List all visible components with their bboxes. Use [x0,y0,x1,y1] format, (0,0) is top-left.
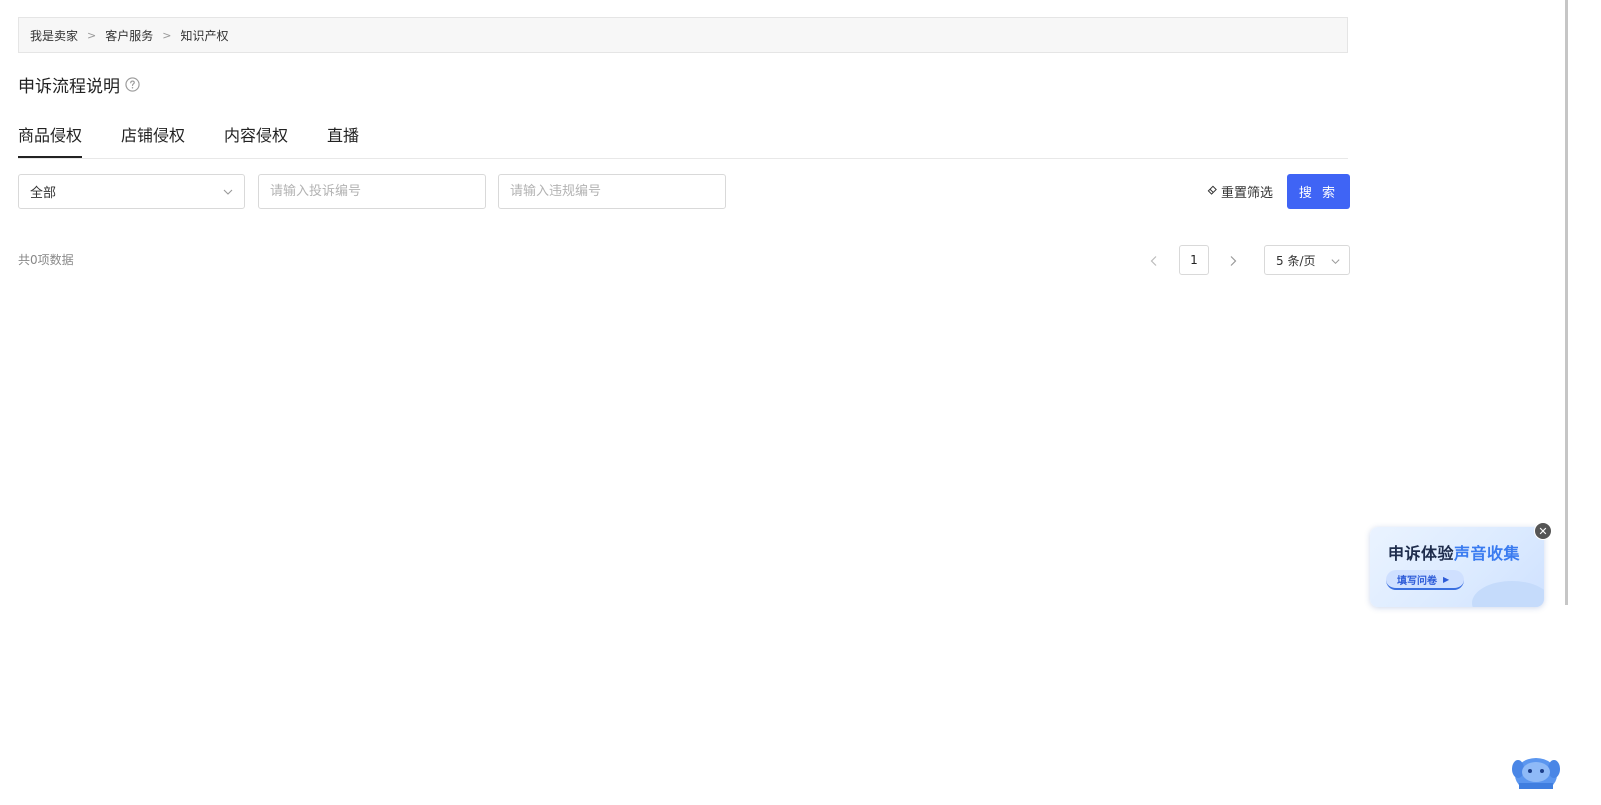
tab-product-infringement[interactable]: 商品侵权 [18,118,83,158]
eraser-icon [1207,184,1221,199]
feedback-survey-banner[interactable]: 申诉体验声音收集 填写问卷 ▶ [1370,527,1544,607]
page-number[interactable]: 1 [1179,245,1209,275]
tab-bar: 商品侵权 店铺侵权 内容侵权 直播 [18,118,1348,159]
chevron-left-icon[interactable] [1147,253,1161,272]
promo-title-highlight: 声音收集 [1454,544,1521,563]
scrollbar[interactable] [1565,0,1568,605]
help-circle-icon[interactable] [125,76,140,92]
breadcrumb-separator: > [87,28,97,42]
promo-title: 申诉体验声音收集 [1388,540,1520,564]
breadcrumb-item-customer-service[interactable]: 客户服务 [105,27,153,44]
filter-bar: 全部 重置筛选 搜 索 [18,174,1350,210]
page-size-label: 5 条/页 [1276,253,1316,268]
tab-live-stream[interactable]: 直播 [327,118,359,158]
type-select-value: 全部 [30,186,57,201]
breadcrumb-item-seller[interactable]: 我是卖家 [30,27,78,44]
close-icon[interactable]: ✕ [1534,522,1552,540]
search-button[interactable]: 搜 索 [1287,174,1350,209]
breadcrumb: 我是卖家 > 客户服务 > 知识产权 [18,17,1348,53]
play-icon: ▶ [1443,574,1450,584]
page-title: 申诉流程说明 [18,76,120,97]
mascot-icon[interactable] [1512,751,1560,792]
chevron-down-icon [1330,256,1341,270]
breadcrumb-separator: > [162,28,172,42]
total-count: 共0项数据 [18,253,74,267]
chevron-right-icon[interactable] [1226,253,1240,272]
promo-title-normal: 申诉体验 [1388,544,1455,563]
type-select[interactable]: 全部 [18,174,245,209]
fill-survey-button[interactable]: 填写问卷 ▶ [1386,570,1464,590]
title-row: 申诉流程说明 [18,70,140,98]
fill-survey-label: 填写问卷 [1397,575,1437,587]
page-size-select[interactable]: 5 条/页 [1264,245,1350,275]
promo-decoration [1472,581,1544,607]
tab-store-infringement[interactable]: 店铺侵权 [121,118,185,158]
reset-filter-button[interactable]: 重置筛选 [1207,174,1273,209]
complaint-number-input[interactable] [258,174,486,209]
breadcrumb-item-ip: 知识产权 [180,28,229,43]
violation-number-input[interactable] [498,174,726,209]
chevron-down-icon [222,186,234,202]
reset-filter-label: 重置筛选 [1221,186,1274,201]
tab-content-infringement[interactable]: 内容侵权 [224,118,288,158]
